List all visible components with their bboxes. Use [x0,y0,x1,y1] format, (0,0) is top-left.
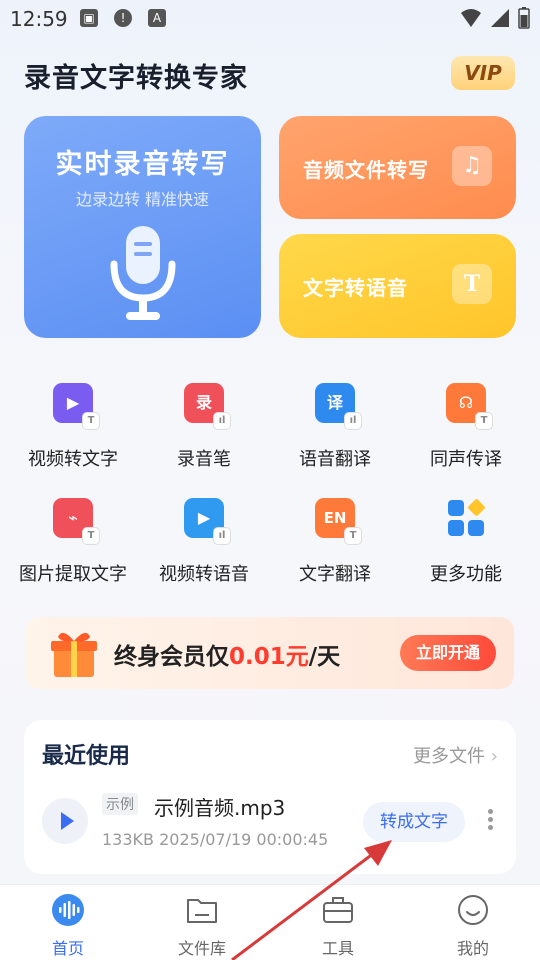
play-button[interactable] [42,798,88,844]
membership-promo-banner[interactable]: 终身会员仅0.01元/天 立即开通 [26,617,514,689]
chevron-right-icon: › [490,746,498,767]
image-notification-icon: ▣ [80,9,98,27]
feature-text-translate[interactable]: EN T 文字翻译 [270,498,400,586]
audio-file-label: 音频文件转写 [303,158,429,182]
feature-video-to-text[interactable]: ▶ T 视频转文字 [8,383,138,471]
feature-recorder[interactable]: 录 ıl 录音笔 [139,383,269,471]
smiley-face-icon [458,895,488,925]
microphone-icon [110,226,176,320]
folder-icon [187,899,217,923]
music-note-icon: ♫ [452,146,492,186]
vip-button[interactable]: VIP [451,56,515,90]
feature-voice-translate[interactable]: 译 ıl 语音翻译 [270,383,400,471]
status-bar: 12:59 ▣ ! A [0,0,540,36]
recorder-icon: 录 ıl [184,383,231,430]
feature-label: 图片提取文字 [19,564,127,585]
grid-apps-icon [446,498,486,538]
recent-title: 最近使用 [42,744,131,769]
app-title: 录音文字转换专家 [24,63,248,94]
realtime-subtitle: 边录边转 精准快速 [75,190,210,209]
more-files-link[interactable]: 更多文件 › [413,742,498,768]
text-notification-icon: A [148,9,166,27]
promo-text: 终身会员仅0.01元/天 [114,644,341,670]
feature-more[interactable]: 更多功能 [401,498,531,586]
nav-label: 首页 [51,939,84,958]
bottom-nav: 首页 文件库 工具 我的 [0,884,540,960]
en-translate-icon: EN T [315,498,362,545]
text-to-speech-card[interactable]: 文字转语音 T [279,234,516,338]
recent-files-card: 最近使用 更多文件 › 示例 示例音频.mp3 133KB 2025/07/19… [24,720,516,874]
file-meta: 133KB 2025/07/19 00:00:45 [102,830,329,849]
feature-label: 视频转文字 [28,449,118,470]
feature-label: 录音笔 [177,449,231,470]
sample-tag: 示例 [102,793,138,815]
nav-label: 文件库 [177,939,226,958]
feature-label: 更多功能 [430,564,502,585]
nav-profile[interactable]: 我的 [423,893,523,959]
translate-icon: 译 ıl [315,383,362,430]
tts-label: 文字转语音 [303,276,408,300]
toolbox-icon [323,897,353,923]
feature-label: 视频转语音 [159,564,249,585]
text-t-icon: T [452,264,492,304]
subscribe-now-button[interactable]: 立即开通 [400,635,496,671]
signal-icon [491,9,509,27]
feature-image-ocr[interactable]: ⌁ T 图片提取文字 [8,498,138,586]
realtime-title: 实时录音转写 [55,149,230,180]
gift-box-icon [51,632,97,677]
feature-label: 文字翻译 [299,564,371,585]
feature-label: 语音翻译 [299,449,371,470]
image-icon: ⌁ T [53,498,100,545]
nav-home[interactable]: 首页 [18,893,118,959]
nav-file-library[interactable]: 文件库 [152,893,252,959]
wifi-icon [461,9,481,27]
realtime-transcribe-card[interactable]: 实时录音转写 边录边转 精准快速 [24,116,261,338]
feature-label: 同声传译 [430,449,502,470]
battery-icon [518,7,530,29]
video-play-icon: ▶ ıl [184,498,231,545]
audio-file-transcribe-card[interactable]: 音频文件转写 ♫ [279,116,516,219]
alert-notification-icon: ! [114,9,132,27]
file-name: 示例音频.mp3 [154,796,286,820]
headset-icon: ☊ T [446,383,493,430]
nav-tools[interactable]: 工具 [288,893,388,959]
status-time: 12:59 [10,7,68,31]
feature-simultaneous-interpretation[interactable]: ☊ T 同声传译 [401,383,531,471]
video-play-icon: ▶ T [53,383,100,430]
status-right [460,7,530,29]
convert-to-text-button[interactable]: 转成文字 [363,802,465,842]
nav-label: 工具 [321,939,354,958]
feature-video-to-audio[interactable]: ▶ ıl 视频转语音 [139,498,269,586]
more-options-icon[interactable] [482,806,498,836]
home-waveform-icon [52,894,84,926]
nav-label: 我的 [456,939,489,958]
